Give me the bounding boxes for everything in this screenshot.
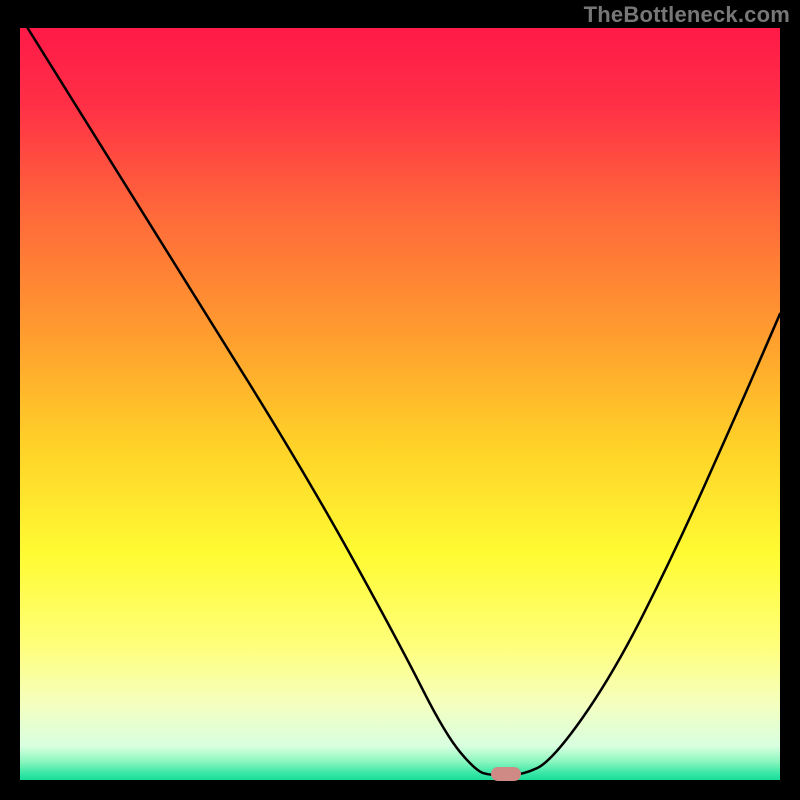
optimal-marker (491, 767, 521, 781)
chart-frame: TheBottleneck.com (0, 0, 800, 800)
bottleneck-curve (20, 28, 780, 780)
plot-area (20, 28, 780, 780)
watermark-text: TheBottleneck.com (584, 2, 790, 28)
